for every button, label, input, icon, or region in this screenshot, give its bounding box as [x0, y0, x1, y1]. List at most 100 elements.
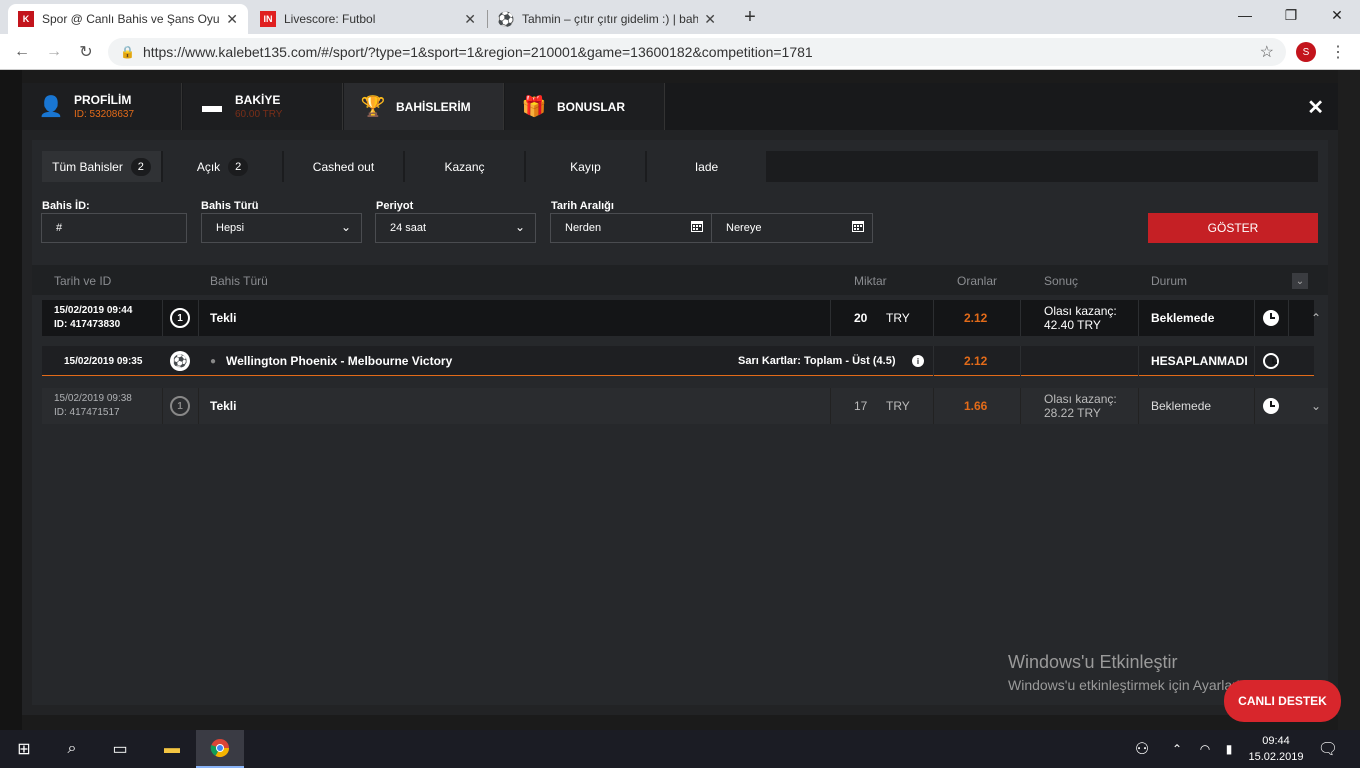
subtab-lost[interactable]: Kayıp	[526, 151, 646, 182]
chrome-logo-icon	[210, 739, 229, 758]
divider	[1138, 346, 1139, 376]
bet-odds: 2.12	[964, 311, 988, 325]
bet-id-label: Bahis İD:	[42, 200, 90, 212]
date-from-input[interactable]: Nerden	[550, 213, 712, 243]
bets-table-header: Tarih ve ID Bahis Türü Miktar Oranlar So…	[32, 265, 1328, 295]
subtab-open[interactable]: Açık 2	[163, 151, 283, 182]
menu-dots-icon[interactable]: ⋮	[1330, 42, 1346, 62]
event-status: HESAPLANMADI	[1151, 354, 1248, 368]
tab-balance[interactable]: ▬ BAKİYE 60.00 TRY	[183, 83, 343, 130]
tab-my-bets[interactable]: 🏆 BAHİSLERİM	[344, 83, 504, 130]
tab-balance-label: BAKİYE	[235, 93, 281, 107]
subtab-label: Kayıp	[570, 159, 601, 174]
gift-icon: 🎁	[521, 96, 547, 118]
minimize-icon[interactable]: —	[1222, 0, 1268, 30]
calendar-icon[interactable]	[691, 220, 703, 232]
bet-result: Olası kazanç: 28.22 TRY	[1044, 388, 1117, 424]
divider	[1138, 300, 1139, 336]
divider	[933, 346, 934, 376]
table-row[interactable]: 15/02/2019 09:44 ID: 417473830 1 Tekli 2…	[42, 300, 1314, 336]
tab-bonuses-label: BONUSLAR	[557, 99, 625, 114]
people-icon[interactable]: ⚇	[1122, 730, 1162, 768]
divider	[1254, 388, 1255, 424]
livescore-favicon-icon: IN	[260, 11, 276, 27]
chevron-down-icon[interactable]: ⌄	[1304, 388, 1328, 424]
bet-detail-row: 15/02/2019 09:35 ⚽ ● Wellington Phoenix …	[42, 346, 1314, 376]
url-text: https://www.kalebet135.com/#/sport/?type…	[142, 44, 813, 60]
tab-my-bets-label: BAHİSLERİM	[396, 99, 471, 114]
close-icon[interactable]: ✕	[1307, 95, 1324, 120]
collapse-all-icon[interactable]: ⌄	[1292, 273, 1308, 289]
subtab-won[interactable]: Kazanç	[405, 151, 525, 182]
show-button[interactable]: GÖSTER	[1148, 213, 1318, 243]
header-odds: Oranlar	[957, 274, 998, 288]
chevron-up-icon[interactable]: ⌃	[1304, 300, 1328, 336]
taskbar-clock[interactable]: 09:44 15.02.2019	[1246, 733, 1306, 765]
clock-icon	[1263, 398, 1279, 414]
back-arrow-icon[interactable]: ←	[10, 40, 34, 64]
notification-icon[interactable]: 🗨	[1306, 730, 1350, 768]
profile-avatar[interactable]: S	[1296, 42, 1316, 62]
subtab-cashed-out[interactable]: Cashed out	[284, 151, 404, 182]
header-status: Durum	[1151, 274, 1188, 288]
search-icon[interactable]: ⌕	[48, 730, 96, 768]
window-close-icon[interactable]: ✕	[1314, 0, 1360, 30]
network-icon[interactable]: ◠	[1192, 730, 1218, 768]
battery-icon[interactable]: ▮	[1216, 730, 1242, 768]
windows-start-icon[interactable]: ⊞	[0, 730, 48, 768]
file-explorer-icon[interactable]: ▬	[148, 730, 196, 768]
date-range-label: Tarih Aralığı	[551, 200, 614, 212]
address-bar[interactable]: 🔒 https://www.kalebet135.com/#/sport/?ty…	[108, 38, 1286, 66]
divider	[162, 388, 163, 424]
browser-tab-3[interactable]: ⚽ Tahmin – çıtır çıtır gidelim :) | bah …	[488, 4, 726, 34]
subtab-all-bets[interactable]: Tüm Bahisler 2	[42, 151, 162, 182]
header-result: Sonuç	[1044, 274, 1079, 288]
table-row[interactable]: 15/02/2019 09:38 ID: 417471517 1 Tekli 1…	[42, 388, 1314, 424]
bet-status: Beklemede	[1151, 399, 1212, 413]
single-bet-icon: 1	[170, 308, 190, 328]
divider	[1254, 346, 1255, 376]
forward-arrow-icon[interactable]: →	[42, 40, 66, 64]
tab-bonuses[interactable]: 🎁 BONUSLAR	[505, 83, 665, 130]
clock-date: 15.02.2019	[1248, 751, 1304, 763]
date-to-input[interactable]: Nereye	[711, 213, 873, 243]
divider	[933, 388, 934, 424]
subtab-refund[interactable]: Iade	[647, 151, 767, 182]
tab-profile[interactable]: 👤 PROFİLİM ID: 53208637	[22, 83, 182, 130]
task-view-icon[interactable]: ▭	[96, 730, 144, 768]
windows-taskbar: ⊞ ⌕ ▭ ▬ ⚇ ⌃ ◠ ▮ 09:44 15.02.2019 🗨	[0, 730, 1360, 768]
chrome-icon[interactable]	[196, 730, 244, 768]
period-label: Periyot	[376, 200, 414, 212]
tab-title: Livescore: Futbol	[284, 12, 376, 26]
wallet-icon: ▬	[202, 95, 222, 117]
divider	[830, 300, 831, 336]
browser-tabstrip: K Spor @ Canlı Bahis ve Şans Oyun ✕ IN L…	[0, 0, 1360, 34]
user-id: ID: 53208637	[74, 109, 135, 120]
bet-id-input[interactable]: #	[41, 213, 187, 243]
period-value: 24 saat	[390, 222, 427, 234]
info-icon[interactable]: i	[912, 355, 924, 367]
close-icon[interactable]: ✕	[704, 11, 716, 28]
divider	[198, 300, 199, 336]
reload-icon[interactable]: ↻	[74, 40, 98, 64]
bookmark-star-icon[interactable]: ☆	[1260, 42, 1274, 62]
restore-icon[interactable]: ❐	[1268, 0, 1314, 30]
possible-win-label: Olası kazanç:	[1044, 392, 1117, 406]
bet-filter-tabs: Tüm Bahisler 2 Açık 2 Cashed out Kazanç …	[42, 151, 1318, 182]
new-tab-icon[interactable]: +	[738, 6, 762, 29]
divider	[1020, 346, 1021, 376]
close-icon[interactable]: ✕	[226, 11, 238, 28]
close-icon[interactable]: ✕	[464, 11, 476, 28]
calendar-icon[interactable]	[852, 220, 864, 232]
bet-type-select[interactable]: Hepsi ⌄	[201, 213, 362, 243]
bet-type-label: Bahis Türü	[201, 200, 259, 212]
bet-amount: 17	[854, 399, 868, 413]
chevron-up-icon[interactable]: ⌃	[1162, 730, 1192, 768]
browser-tab-2[interactable]: IN Livescore: Futbol ✕	[250, 4, 486, 34]
period-select[interactable]: 24 saat ⌄	[375, 213, 536, 243]
divider	[1288, 300, 1289, 336]
browser-tab-1[interactable]: K Spor @ Canlı Bahis ve Şans Oyun ✕	[8, 4, 248, 34]
live-support-button[interactable]: CANLI DESTEK	[1224, 680, 1341, 722]
bets-panel: Tüm Bahisler 2 Açık 2 Cashed out Kazanç …	[32, 140, 1328, 705]
bet-id: ID: 417471517	[54, 407, 120, 418]
